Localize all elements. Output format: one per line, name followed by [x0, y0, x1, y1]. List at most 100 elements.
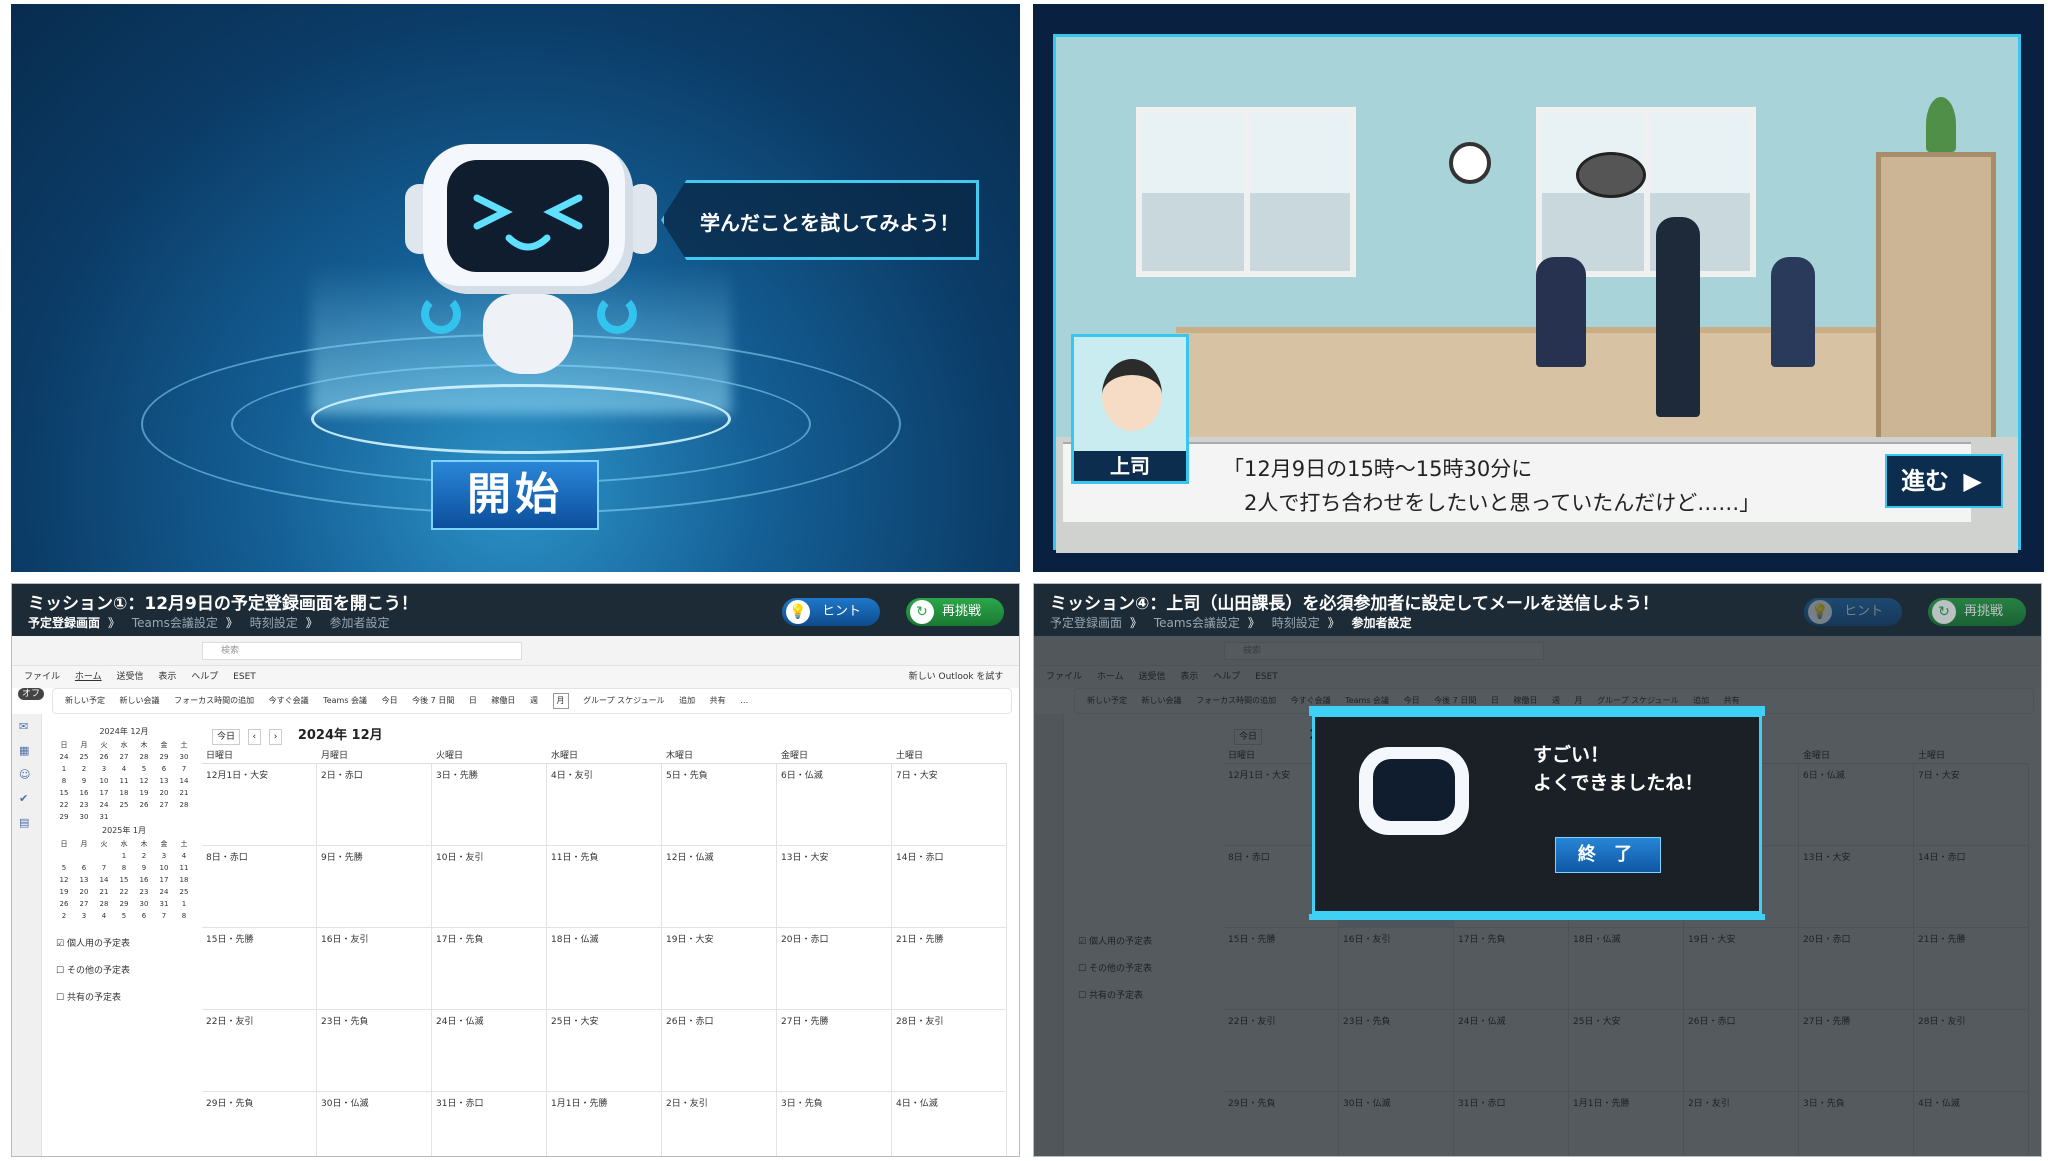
mini-day[interactable]: 24 — [94, 799, 114, 811]
p3-day-cell[interactable]: 16日・友引 — [317, 928, 432, 1010]
prev-month-icon[interactable]: ‹ — [247, 729, 262, 745]
mini-day[interactable]: 12 — [54, 874, 74, 886]
mini-day[interactable]: 13 — [154, 775, 174, 787]
mini-day[interactable]: 15 — [54, 787, 74, 799]
mini-day[interactable]: 2 — [54, 910, 74, 922]
hint-button[interactable]: 💡 ヒント — [782, 598, 880, 626]
p3-day-cell[interactable]: 31日・赤口 — [432, 1092, 547, 1156]
mini-day[interactable]: 7 — [174, 763, 194, 775]
menu-home[interactable]: ホーム — [75, 666, 102, 688]
p3-day-cell[interactable]: 20日・赤口 — [777, 928, 892, 1010]
mini-day[interactable]: 7 — [94, 862, 114, 874]
calendar-group-other[interactable]: ☐ その他の予定表 — [56, 963, 202, 976]
mini-day[interactable]: 19 — [134, 787, 154, 799]
mini-day[interactable]: 29 — [54, 811, 74, 823]
tb-today[interactable]: 今日 — [382, 689, 398, 713]
mini-day[interactable]: 27 — [154, 799, 174, 811]
p3-day-cell[interactable]: 26日・赤口 — [662, 1010, 777, 1092]
p3-day-cell[interactable]: 13日・大安 — [777, 846, 892, 928]
p3-day-cell[interactable]: 10日・友引 — [432, 846, 547, 928]
mini-day[interactable]: 29 — [154, 751, 174, 763]
mini-day[interactable]: 19 — [54, 886, 74, 898]
p3-day-cell[interactable]: 12月1日・大安 — [202, 764, 317, 846]
mini-day[interactable]: 22 — [54, 799, 74, 811]
search-input[interactable]: 検索 — [202, 642, 522, 660]
mini-day[interactable]: 30 — [74, 811, 94, 823]
tb-more[interactable]: … — [740, 689, 748, 713]
mini-day[interactable]: 14 — [174, 775, 194, 787]
mini-day[interactable]: 6 — [134, 910, 154, 922]
mini-day[interactable]: 30 — [174, 751, 194, 763]
mini-day[interactable]: 3 — [94, 763, 114, 775]
mini-day[interactable]: 4 — [174, 850, 194, 862]
toggle-off[interactable]: オフ — [18, 688, 45, 700]
p3-day-cell[interactable]: 5日・先負 — [662, 764, 777, 846]
p3-day-cell[interactable]: 25日・大安 — [547, 1010, 662, 1092]
mini-day[interactable]: 28 — [134, 751, 154, 763]
p3-day-cell[interactable]: 30日・仏滅 — [317, 1092, 432, 1156]
mini-day[interactable]: 20 — [74, 886, 94, 898]
mini-day[interactable]: 25 — [74, 751, 94, 763]
mini-day[interactable]: 24 — [154, 886, 174, 898]
p3-day-cell[interactable]: 2日・友引 — [662, 1092, 777, 1156]
mini-day[interactable]: 30 — [134, 898, 154, 910]
mini-day[interactable]: 8 — [174, 910, 194, 922]
menu-eset[interactable]: ESET — [233, 666, 256, 688]
mini-day[interactable]: 4 — [94, 910, 114, 922]
tasks-icon[interactable]: ✔ — [19, 792, 35, 806]
retry-button-4[interactable]: ↻ 再挑戦 — [1928, 598, 2026, 626]
p3-day-cell[interactable]: 15日・先勝 — [202, 928, 317, 1010]
mini-day[interactable]: 1 — [54, 763, 74, 775]
tb-next7[interactable]: 今後 7 日間 — [412, 689, 454, 713]
mini-day[interactable]: 25 — [174, 886, 194, 898]
p3-day-cell[interactable]: 6日・仏滅 — [777, 764, 892, 846]
p3-day-cell[interactable]: 2日・赤口 — [317, 764, 432, 846]
menu-help[interactable]: ヘルプ — [191, 666, 218, 688]
people-icon[interactable]: ☺ — [19, 768, 35, 782]
mini-day[interactable] — [54, 850, 74, 862]
tb-meet-now[interactable]: 今すぐ会議 — [269, 689, 309, 713]
today-button[interactable]: 今日 — [212, 729, 241, 745]
mini-day[interactable]: 29 — [114, 898, 134, 910]
mini-day[interactable]: 23 — [74, 799, 94, 811]
mini-day[interactable]: 1 — [174, 898, 194, 910]
mini-day[interactable]: 12 — [134, 775, 154, 787]
p3-day-cell[interactable]: 19日・大安 — [662, 928, 777, 1010]
menu-file[interactable]: ファイル — [24, 666, 60, 688]
p3-day-cell[interactable]: 7日・大安 — [892, 764, 1007, 846]
mini-day[interactable]: 10 — [94, 775, 114, 787]
mini-day[interactable] — [94, 850, 114, 862]
mini-day[interactable]: 6 — [154, 763, 174, 775]
mini-day[interactable]: 5 — [134, 763, 154, 775]
mini-day[interactable]: 4 — [114, 763, 134, 775]
mini-day[interactable]: 15 — [114, 874, 134, 886]
next-button[interactable]: 進む ▶ — [1885, 454, 2003, 508]
p3-day-cell[interactable]: 27日・先勝 — [777, 1010, 892, 1092]
tb-workweek[interactable]: 稼働日 — [491, 689, 515, 713]
mini-day[interactable]: 7 — [154, 910, 174, 922]
p3-day-cell[interactable]: 29日・先負 — [202, 1092, 317, 1156]
p3-day-cell[interactable]: 21日・先勝 — [892, 928, 1007, 1010]
mini-day[interactable]: 11 — [174, 862, 194, 874]
mini-day[interactable]: 17 — [154, 874, 174, 886]
calendar-icon[interactable]: ▦ — [19, 744, 35, 758]
p3-day-cell[interactable]: 24日・仏滅 — [432, 1010, 547, 1092]
mini-day[interactable]: 8 — [114, 862, 134, 874]
mini-day[interactable]: 18 — [114, 787, 134, 799]
menu-sendrecv[interactable]: 送受信 — [117, 666, 144, 688]
menu-view[interactable]: 表示 — [158, 666, 176, 688]
tb-new-appt[interactable]: 新しい予定 — [65, 689, 105, 713]
mini-day[interactable]: 3 — [154, 850, 174, 862]
tb-day[interactable]: 日 — [469, 689, 477, 713]
p3-day-cell[interactable]: 1月1日・先勝 — [547, 1092, 662, 1156]
mini-day[interactable]: 9 — [74, 775, 94, 787]
mini-day[interactable]: 13 — [74, 874, 94, 886]
p3-day-cell[interactable]: 9日・先勝 — [317, 846, 432, 928]
mini-day[interactable]: 27 — [114, 751, 134, 763]
p3-day-cell[interactable]: 11日・先負 — [547, 846, 662, 928]
tb-share[interactable]: 共有 — [710, 689, 726, 713]
p3-day-cell[interactable]: 3日・先勝 — [432, 764, 547, 846]
p3-day-cell[interactable]: 23日・先負 — [317, 1010, 432, 1092]
mini-day[interactable]: 26 — [134, 799, 154, 811]
end-button[interactable]: 終 了 — [1555, 837, 1661, 873]
